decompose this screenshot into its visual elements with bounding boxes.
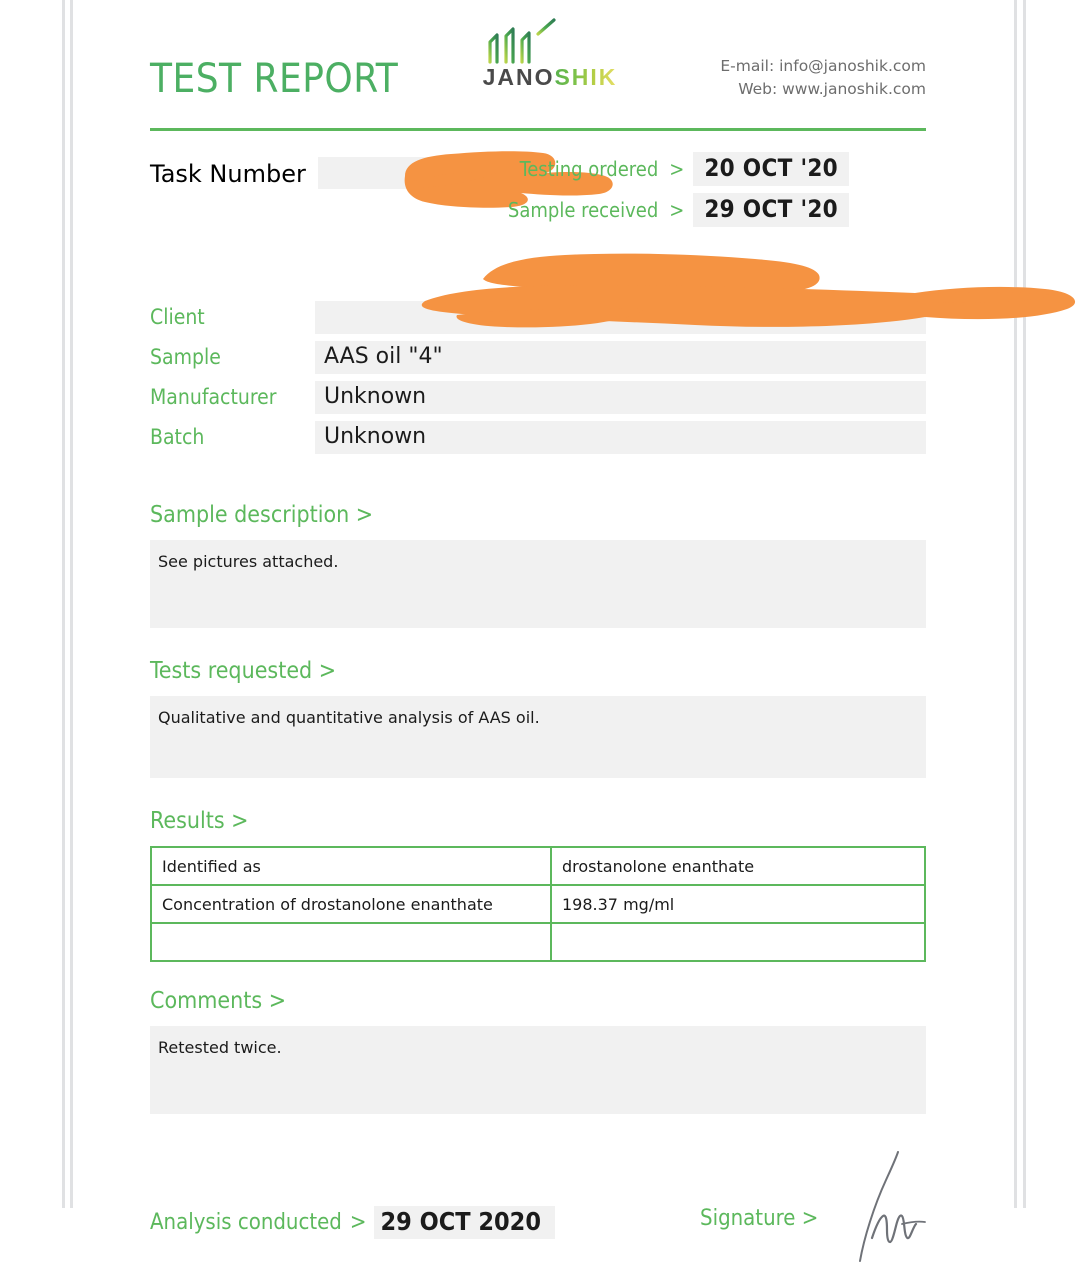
- section-sample-description: Sample description > See pictures attach…: [150, 502, 926, 628]
- results-heading: Results >: [150, 808, 249, 834]
- analysis-conducted-date: 29 OCT 2020: [374, 1206, 555, 1239]
- info-row-batch: Batch Unknown: [150, 421, 926, 454]
- caret-icon: >: [669, 157, 685, 181]
- janoshik-logo: JANOSHIK: [470, 18, 630, 89]
- section-results: Results > Identified as drostanolone ena…: [150, 808, 926, 962]
- tests-requested-heading: Tests requested >: [150, 658, 337, 684]
- sample-received-row: Sample received > 29 OCT '20: [508, 193, 849, 227]
- sample-received-label: Sample received: [507, 198, 659, 222]
- info-label-batch: Batch: [150, 425, 205, 449]
- sample-info-block: Client Sample AAS oil "4" Manufacturer U…: [150, 253, 1076, 454]
- logo-word-accent: SHIK: [554, 64, 618, 90]
- report-content: TEST REPORT JANOSHIK E-mail: info@janosh…: [150, 0, 1076, 1262]
- info-row-manufacturer: Manufacturer Unknown: [150, 381, 926, 414]
- page-edge-left-outer: [62, 0, 65, 1208]
- results-value: 198.37 mg/ml: [550, 884, 926, 924]
- contact-info: E-mail: info@janoshik.com Web: www.janos…: [720, 55, 926, 102]
- report-footer: Analysis conducted > 29 OCT 2020 Signatu…: [150, 1151, 926, 1262]
- analysis-conducted-block: Analysis conducted > 29 OCT 2020: [150, 1206, 555, 1239]
- info-row-sample: Sample AAS oil "4": [150, 341, 926, 374]
- info-value-batch: Unknown: [315, 421, 926, 454]
- results-table: Identified as drostanolone enanthate Con…: [150, 846, 926, 962]
- logo-word-dark: JANO: [482, 64, 555, 90]
- results-value: drostanolone enanthate: [550, 846, 926, 886]
- tests-requested-text: Qualitative and quantitative analysis of…: [150, 696, 926, 778]
- table-row: Concentration of drostanolone enanthate …: [150, 884, 926, 924]
- results-parameter: [150, 922, 552, 962]
- signature-icon: [859, 1151, 926, 1262]
- logo-wordmark: JANOSHIK: [470, 66, 630, 89]
- comments-heading: Comments >: [150, 988, 287, 1014]
- info-value-client: [315, 301, 926, 334]
- caret-icon: >: [669, 198, 685, 222]
- section-comments: Comments > Retested twice.: [150, 988, 926, 1114]
- info-label-manufacturer: Manufacturer: [150, 385, 277, 409]
- caret-icon: >: [349, 1210, 367, 1235]
- info-value-manufacturer: Unknown: [315, 381, 926, 414]
- testing-ordered-label: Testing ordered: [519, 157, 659, 181]
- task-number-label: Task Number: [150, 160, 306, 188]
- analysis-conducted-label: Analysis conducted: [150, 1210, 342, 1235]
- signature-label: Signature >: [700, 1206, 819, 1231]
- testing-ordered-value: 20 OCT '20: [693, 152, 849, 186]
- bar-chart-arrow-icon: [488, 18, 556, 64]
- report-page: TEST REPORT JANOSHIK E-mail: info@janosh…: [73, 0, 1076, 1262]
- page-edge-right-inner: [1014, 0, 1017, 1208]
- info-label-client: Client: [150, 305, 205, 329]
- contact-web: Web: www.janoshik.com: [738, 80, 926, 99]
- header-divider: [150, 128, 926, 131]
- sample-received-value: 29 OCT '20: [693, 193, 849, 227]
- info-row-client: Client: [150, 253, 1076, 334]
- section-tests-requested: Tests requested > Qualitative and quanti…: [150, 658, 926, 778]
- task-number-value: [318, 157, 540, 189]
- results-parameter: Concentration of drostanolone enanthate: [150, 884, 552, 924]
- contact-email: E-mail: info@janoshik.com: [720, 57, 926, 75]
- table-row: [150, 922, 926, 962]
- sample-description-text: See pictures attached.: [150, 540, 926, 628]
- info-label-sample: Sample: [150, 345, 221, 369]
- dates-block: Testing ordered > 20 OCT '20 Sample rece…: [508, 152, 849, 234]
- info-value-sample: AAS oil "4": [315, 341, 926, 374]
- results-value: [550, 922, 926, 962]
- testing-ordered-row: Testing ordered > 20 OCT '20: [508, 152, 849, 186]
- page-edge-right-outer: [1023, 0, 1026, 1208]
- comments-text: Retested twice.: [150, 1026, 926, 1114]
- page-title: TEST REPORT: [150, 56, 399, 102]
- table-row: Identified as drostanolone enanthate: [150, 846, 926, 886]
- results-parameter: Identified as: [150, 846, 552, 886]
- report-header: TEST REPORT JANOSHIK E-mail: info@janosh…: [150, 0, 926, 131]
- sample-description-heading: Sample description >: [150, 502, 374, 528]
